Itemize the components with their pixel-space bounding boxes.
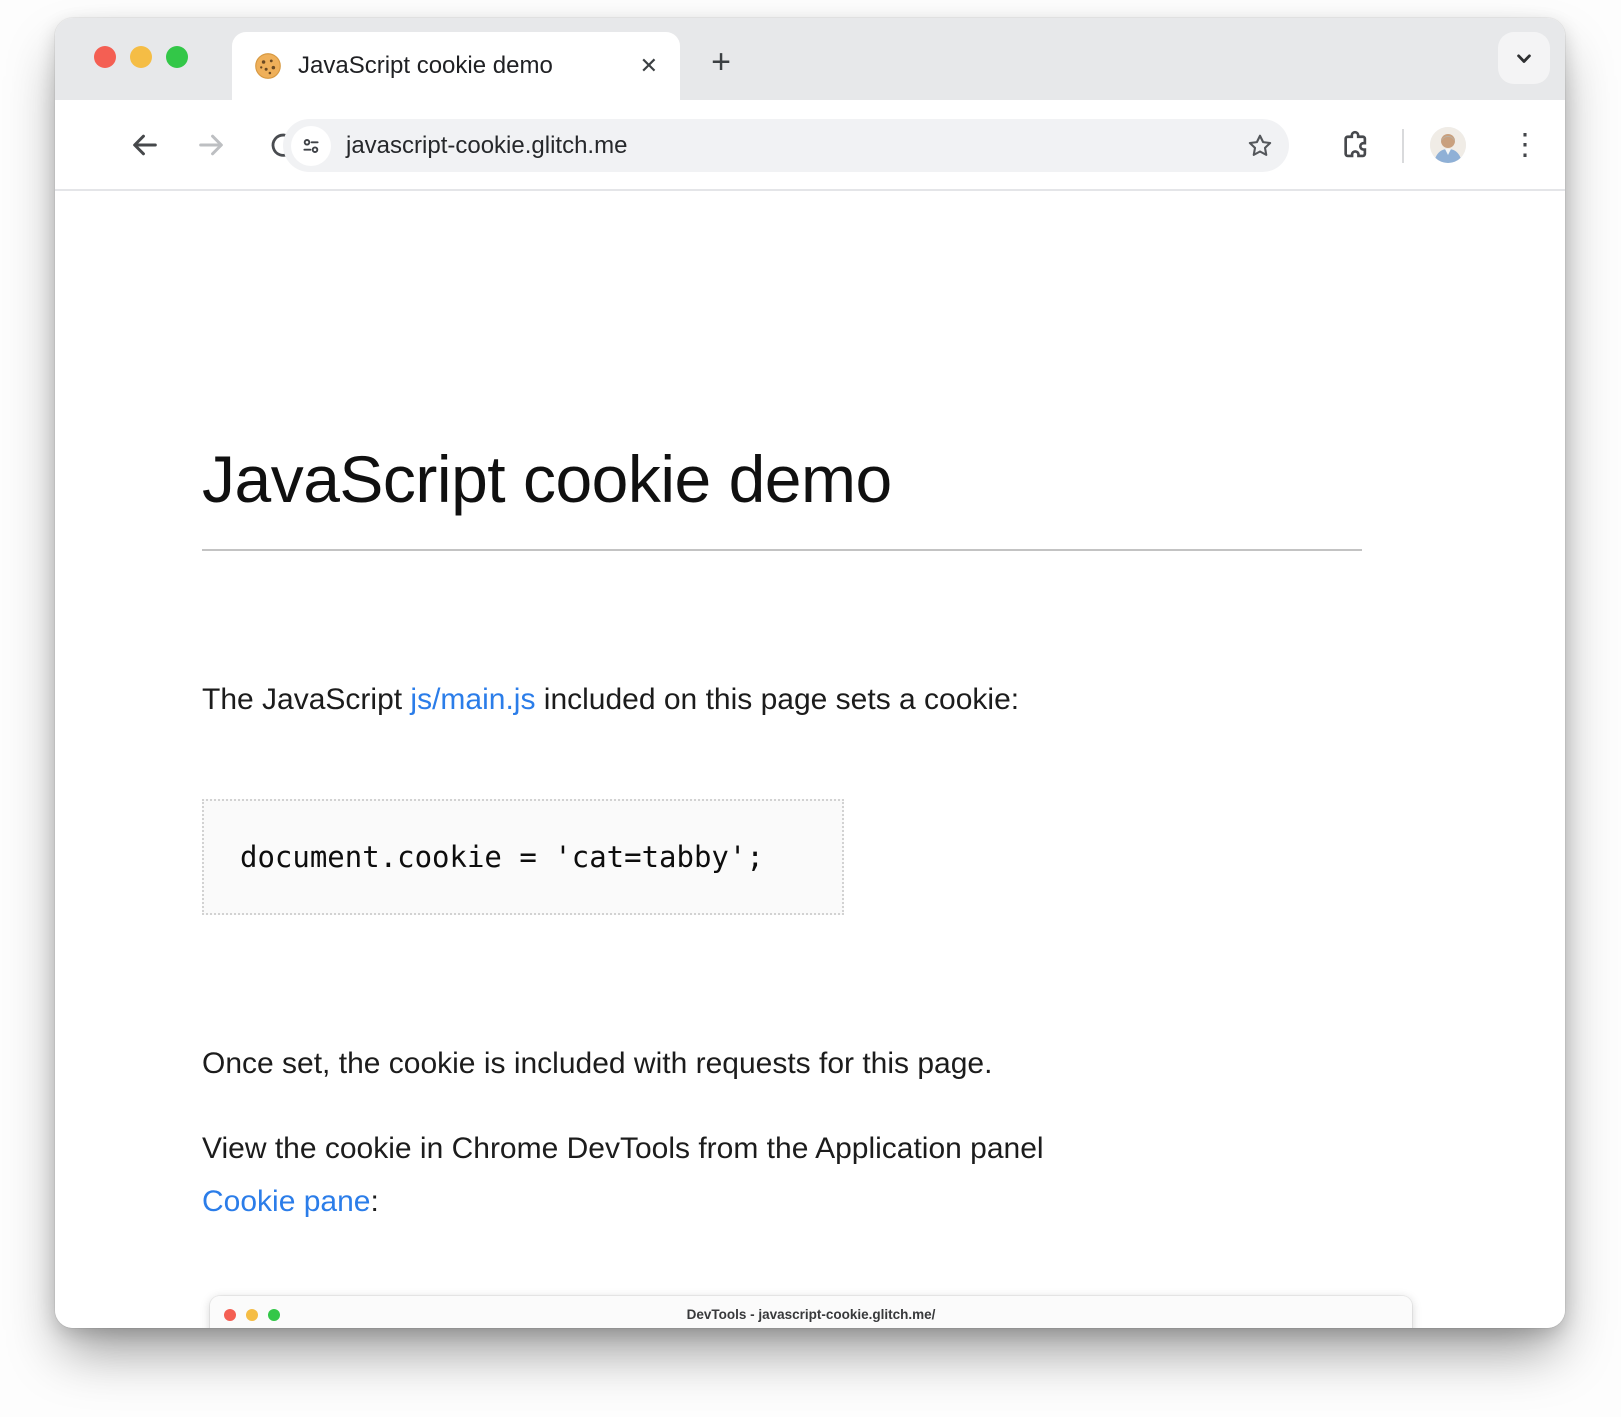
view-cookie-text: View the cookie in Chrome DevTools from … xyxy=(202,1132,1044,1165)
devtools-close-button xyxy=(224,1309,236,1321)
toolbar-divider xyxy=(1402,129,1404,163)
back-arrow-icon xyxy=(127,128,161,162)
close-window-button[interactable] xyxy=(94,46,116,68)
tune-icon xyxy=(299,134,323,158)
intro-text-after: included on this page sets a cookie: xyxy=(535,683,1019,716)
new-tab-button[interactable]: + xyxy=(699,40,743,84)
cookie-pane-link[interactable]: Cookie pane xyxy=(202,1185,370,1218)
devtools-traffic-lights xyxy=(224,1309,280,1321)
page-title: JavaScript cookie demo xyxy=(202,441,892,517)
bookmark-star-button[interactable] xyxy=(1245,131,1275,161)
devtools-titlebar: DevTools - javascript-cookie.glitch.me/ xyxy=(210,1296,1412,1328)
chevron-down-icon xyxy=(1511,45,1537,71)
avatar-photo xyxy=(1430,127,1466,163)
traffic-lights xyxy=(94,46,188,68)
view-cookie-colon: : xyxy=(370,1185,378,1218)
url-text[interactable]: javascript-cookie.glitch.me xyxy=(346,132,1245,160)
devtools-zoom-button xyxy=(268,1309,280,1321)
main-js-link[interactable]: js/main.js xyxy=(410,683,535,716)
browser-menu-button[interactable]: ⋮ xyxy=(1510,127,1540,162)
star-icon xyxy=(1245,131,1275,161)
tab-strip: JavaScript cookie demo ✕ + xyxy=(55,18,1565,100)
site-settings-button[interactable] xyxy=(291,126,331,166)
extensions-button[interactable] xyxy=(1339,129,1371,161)
browser-window: JavaScript cookie demo ✕ + xyxy=(55,18,1565,1328)
code-text: document.cookie = 'cat=tabby'; xyxy=(240,840,764,874)
forward-arrow-icon xyxy=(195,128,229,162)
code-block: document.cookie = 'cat=tabby'; xyxy=(202,799,844,915)
tab-title: JavaScript cookie demo xyxy=(298,52,628,80)
forward-button[interactable] xyxy=(195,128,229,162)
devtools-screenshot: DevTools - javascript-cookie.glitch.me/ xyxy=(210,1296,1412,1328)
back-button[interactable] xyxy=(127,128,161,162)
intro-text-before: The JavaScript xyxy=(202,683,410,716)
browser-tab[interactable]: JavaScript cookie demo ✕ xyxy=(232,32,680,100)
intro-paragraph: The JavaScript js/main.js included on th… xyxy=(202,673,1019,726)
search-tabs-button[interactable] xyxy=(1498,32,1550,84)
tab-close-icon[interactable]: ✕ xyxy=(640,53,658,79)
page-viewport: JavaScript cookie demo The JavaScript js… xyxy=(55,191,1565,1328)
address-bar[interactable]: javascript-cookie.glitch.me xyxy=(283,119,1289,172)
once-set-paragraph: Once set, the cookie is included with re… xyxy=(202,1037,992,1090)
puzzle-icon xyxy=(1339,129,1371,161)
heading-divider xyxy=(202,549,1362,551)
browser-toolbar: javascript-cookie.glitch.me ⋮ xyxy=(55,100,1565,191)
cookie-favicon-icon xyxy=(254,52,282,80)
devtools-minimize-button xyxy=(246,1309,258,1321)
devtools-window-title: DevTools - javascript-cookie.glitch.me/ xyxy=(687,1307,936,1322)
minimize-window-button[interactable] xyxy=(130,46,152,68)
zoom-window-button[interactable] xyxy=(166,46,188,68)
profile-avatar[interactable] xyxy=(1430,127,1466,163)
view-cookie-paragraph: View the cookie in Chrome DevTools from … xyxy=(202,1122,1044,1228)
